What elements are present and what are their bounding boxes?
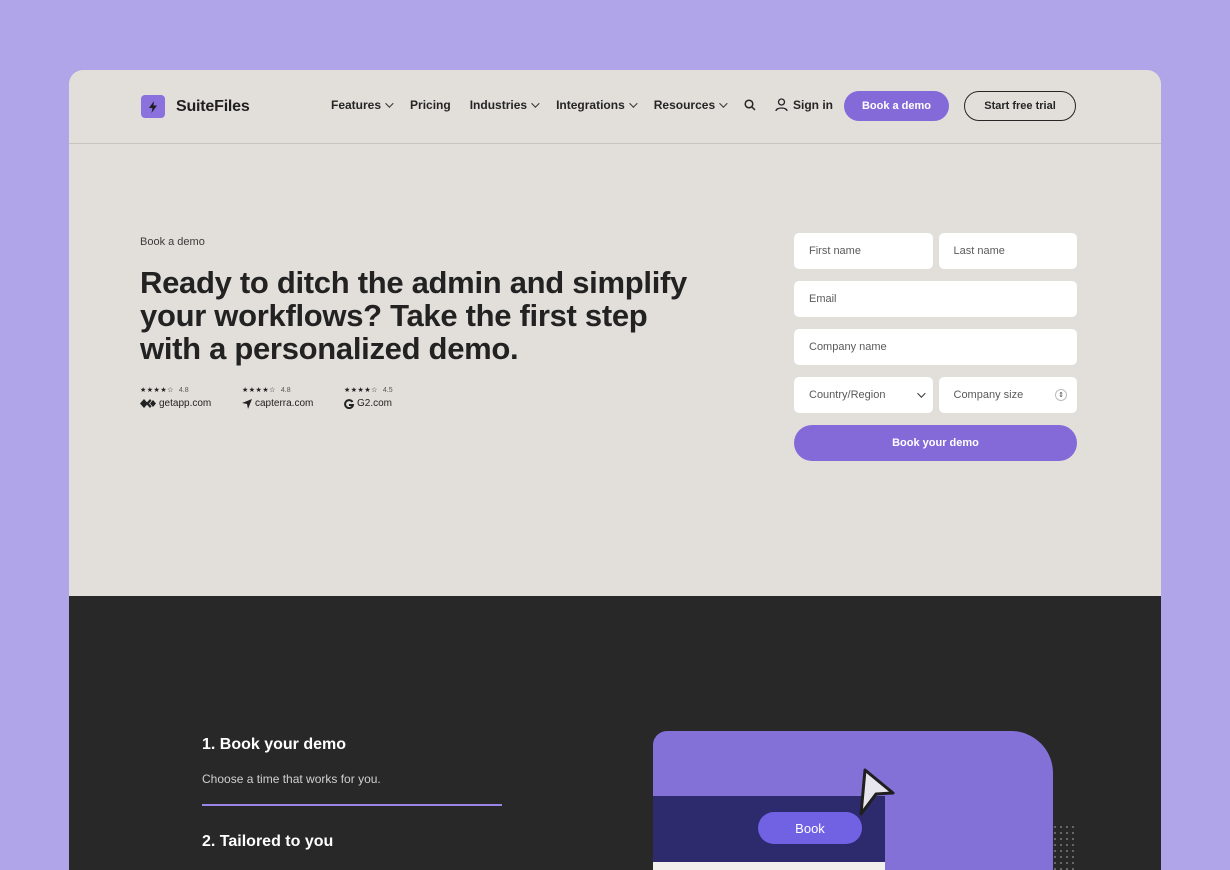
chevron-down-icon bbox=[916, 389, 926, 398]
menu-item-resources[interactable]: Resources bbox=[653, 98, 728, 112]
step1-description: Choose a time that works for you. bbox=[202, 772, 381, 786]
step-progress-line bbox=[202, 804, 502, 806]
menu-item-label: Industries bbox=[469, 98, 528, 112]
logo[interactable]: SuiteFiles bbox=[141, 95, 250, 118]
rating-source: capterra.com bbox=[255, 398, 314, 409]
g2-icon bbox=[344, 398, 354, 409]
rating-score: 4.8 bbox=[178, 386, 189, 394]
rating-getapp[interactable]: ★★★★☆ 4.8 getapp.com bbox=[140, 386, 218, 409]
ratings: ★★★★☆ 4.8 getapp.com ★★★★☆ 4.8 capterra.co… bbox=[140, 386, 422, 409]
company-name-field[interactable]: Company name bbox=[794, 329, 1077, 365]
start-trial-button[interactable]: Start free trial bbox=[964, 91, 1076, 121]
rating-capterra[interactable]: ★★★★☆ 4.8 capterra.com bbox=[242, 386, 320, 409]
signin-label: Sign in bbox=[793, 98, 833, 112]
book-your-demo-button[interactable]: Book your demo bbox=[794, 425, 1077, 461]
rating-g2[interactable]: ★★★★☆ 4.5 G2.com bbox=[344, 386, 422, 410]
star-rating: ★★★★☆ bbox=[242, 387, 276, 394]
user-icon bbox=[775, 98, 788, 112]
rating-source: getapp.com bbox=[159, 398, 212, 409]
rating-source: G2.com bbox=[357, 398, 393, 409]
dot-pattern bbox=[1052, 824, 1078, 870]
capterra-icon bbox=[242, 398, 252, 409]
menu-item-label: Features bbox=[331, 98, 382, 112]
logo-bolt-icon bbox=[141, 95, 165, 118]
step2-title[interactable]: 2. Tailored to you bbox=[202, 833, 333, 851]
illustration-strip bbox=[653, 862, 885, 870]
step1-title[interactable]: 1. Book your demo bbox=[202, 736, 346, 754]
demo-form: First name Last name Email Company name … bbox=[794, 233, 1077, 461]
main-menu: Features Pricing Industries Integrations… bbox=[331, 98, 756, 112]
menu-item-label: Integrations bbox=[556, 98, 625, 112]
stepper-icon: ⇕ bbox=[1055, 389, 1067, 401]
page-frame: SuiteFiles Features Pricing Industries I… bbox=[69, 70, 1161, 870]
cursor-arrow-icon bbox=[859, 768, 895, 816]
last-name-field[interactable]: Last name bbox=[938, 233, 1077, 269]
eyebrow: Book a demo bbox=[140, 236, 205, 248]
getapp-icon bbox=[140, 399, 156, 408]
rating-score: 4.8 bbox=[280, 386, 291, 394]
menu-item-features[interactable]: Features bbox=[331, 98, 394, 112]
logo-text: SuiteFiles bbox=[176, 97, 250, 115]
star-rating: ★★★★☆ bbox=[140, 387, 174, 394]
signin-link[interactable]: Sign in bbox=[775, 98, 833, 112]
chevron-down-icon bbox=[628, 99, 638, 108]
top-nav: SuiteFiles Features Pricing Industries I… bbox=[69, 70, 1161, 144]
rating-score: 4.5 bbox=[382, 386, 393, 394]
steps-section: 1. Book your demo Choose a time that wor… bbox=[69, 596, 1161, 870]
star-rating: ★★★★☆ bbox=[344, 387, 378, 394]
menu-item-label: Pricing bbox=[410, 98, 451, 112]
page-title: Ready to ditch the admin and simplify yo… bbox=[140, 265, 687, 366]
country-select-label: Country/Region bbox=[809, 389, 886, 401]
company-size-select[interactable]: Company size ⇕ bbox=[938, 377, 1077, 413]
book-demo-button[interactable]: Book a demo bbox=[844, 91, 949, 121]
menu-item-label: Resources bbox=[653, 98, 716, 112]
menu-item-industries[interactable]: Industries bbox=[469, 98, 540, 112]
company-size-label: Company size bbox=[953, 389, 1024, 401]
chevron-down-icon bbox=[531, 99, 540, 108]
chevron-down-icon bbox=[385, 99, 394, 108]
email-field[interactable]: Email bbox=[794, 281, 1077, 317]
country-select[interactable]: Country/Region bbox=[794, 377, 933, 413]
chevron-down-icon bbox=[719, 99, 728, 108]
menu-item-integrations[interactable]: Integrations bbox=[556, 98, 638, 112]
search-icon[interactable] bbox=[744, 99, 756, 111]
illustration-card: Book bbox=[653, 731, 1053, 870]
menu-item-pricing[interactable]: Pricing bbox=[410, 98, 451, 112]
first-name-field[interactable]: First name bbox=[794, 233, 933, 269]
